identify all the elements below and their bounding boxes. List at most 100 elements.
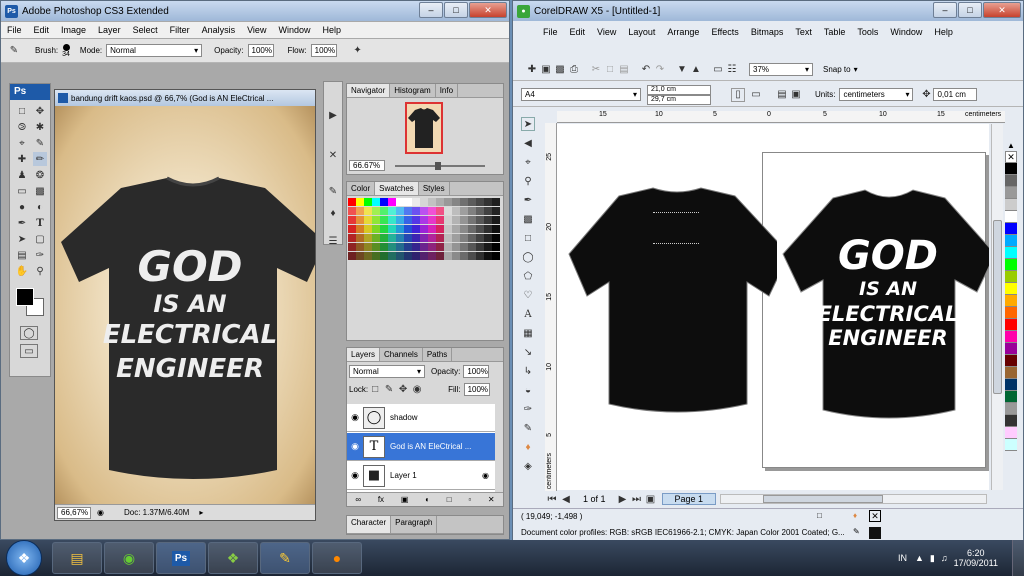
show-desktop-button[interactable] xyxy=(1012,540,1024,576)
color-swatch[interactable] xyxy=(396,207,404,215)
color-swatch[interactable] xyxy=(348,252,356,260)
palette-color-swatch[interactable] xyxy=(1005,271,1017,283)
firefox-taskbar-icon[interactable]: ● xyxy=(312,542,362,574)
color-swatch[interactable] xyxy=(356,216,364,224)
opacity-input[interactable]: 100% xyxy=(247,44,274,57)
language-indicator[interactable]: IN xyxy=(898,553,907,563)
no-color-swatch[interactable]: ✕ xyxy=(1005,151,1017,163)
magic-wand-icon[interactable]: ✱ xyxy=(33,120,47,134)
polygon-tool-icon[interactable]: ⬠ xyxy=(521,269,535,283)
page-height-input[interactable]: 29,7 cm xyxy=(647,94,711,105)
color-swatch[interactable] xyxy=(476,243,484,251)
menu-text[interactable]: Text xyxy=(789,24,818,40)
color-swatch[interactable] xyxy=(348,216,356,224)
color-swatch[interactable] xyxy=(468,207,476,215)
color-swatch[interactable] xyxy=(396,225,404,233)
menu-effects[interactable]: Effects xyxy=(705,24,744,40)
volume-icon[interactable]: ♫ xyxy=(941,553,948,563)
palette-color-swatch[interactable] xyxy=(1005,415,1017,427)
actions-panel-icon[interactable]: ☰ xyxy=(326,234,340,248)
print-icon[interactable]: ⎙ xyxy=(567,63,581,77)
color-swatch[interactable] xyxy=(380,225,388,233)
gradient-tool-icon[interactable]: ▩ xyxy=(33,184,47,198)
color-swatch[interactable] xyxy=(460,198,468,206)
foreground-color-swatch[interactable] xyxy=(16,288,34,306)
color-swatch[interactable] xyxy=(412,198,420,206)
color-swatch[interactable] xyxy=(444,207,452,215)
marquee-tool-icon[interactable]: □ xyxy=(15,104,29,118)
color-swatch[interactable] xyxy=(372,243,380,251)
palette-color-swatch[interactable] xyxy=(1005,187,1017,199)
color-swatch[interactable] xyxy=(396,216,404,224)
palette-color-swatch[interactable] xyxy=(1005,427,1017,439)
color-swatch[interactable] xyxy=(444,216,452,224)
layer-row-layer1[interactable]: ◉ ■ Layer 1 ◉ xyxy=(347,462,495,490)
color-swatch[interactable] xyxy=(492,225,500,233)
color-swatch[interactable] xyxy=(356,225,364,233)
menu-image[interactable]: Image xyxy=(55,25,92,35)
lasso-tool-icon[interactable]: ⧁ xyxy=(15,120,29,134)
color-swatch[interactable] xyxy=(412,252,420,260)
eyedropper-tool-icon[interactable]: ✑ xyxy=(33,248,47,262)
airbrush-icon[interactable]: ✦ xyxy=(351,44,365,58)
color-swatch[interactable] xyxy=(428,198,436,206)
color-swatch[interactable] xyxy=(380,252,388,260)
color-swatch[interactable] xyxy=(396,252,404,260)
color-swatch[interactable] xyxy=(468,252,476,260)
visibility-eye-icon[interactable]: ◉ xyxy=(347,441,363,452)
prev-page-icon[interactable]: ◀ xyxy=(559,492,573,506)
dodge-tool-icon[interactable]: ◐ xyxy=(33,200,47,214)
color-swatch[interactable] xyxy=(436,252,444,260)
color-swatch[interactable] xyxy=(492,252,500,260)
zoom-select[interactable]: 37% ▾ xyxy=(749,63,813,76)
palette-color-swatch[interactable] xyxy=(1005,379,1017,391)
undo-icon[interactable]: ↶ xyxy=(639,63,653,77)
clone-source-icon[interactable]: ♦ xyxy=(326,206,340,220)
color-swatch[interactable] xyxy=(364,207,372,215)
basic-shapes-icon[interactable]: ♡ xyxy=(521,288,535,302)
color-swatch[interactable] xyxy=(468,198,476,206)
color-swatch[interactable] xyxy=(452,252,460,260)
path-select-icon[interactable]: ➤ xyxy=(15,232,29,246)
color-swatch[interactable] xyxy=(364,225,372,233)
layer-row-shadow[interactable]: ◉ ◯ shadow xyxy=(347,404,495,432)
corel-vertical-scrollbar[interactable] xyxy=(991,124,1003,490)
coreldraw-taskbar-icon[interactable]: ✎ xyxy=(260,542,310,574)
trash-icon[interactable]: ✕ xyxy=(488,495,495,504)
color-swatch[interactable] xyxy=(444,198,452,206)
publish-pdf-icon[interactable]: ▭ xyxy=(711,63,725,77)
tab-character[interactable]: Character xyxy=(347,516,392,533)
color-swatch[interactable] xyxy=(452,216,460,224)
color-swatch[interactable] xyxy=(444,243,452,251)
stamp-tool-icon[interactable]: ♟ xyxy=(15,168,29,182)
color-swatch[interactable] xyxy=(420,207,428,215)
tab-styles[interactable]: Styles xyxy=(419,182,450,195)
adjustment-layer-icon[interactable]: ◐ xyxy=(425,495,430,504)
rectangle-tool-icon[interactable]: □ xyxy=(521,231,535,245)
screen-mode-icon[interactable]: ▭ xyxy=(20,344,38,358)
photoshop-titlebar[interactable]: Ps Adobe Photoshop CS3 Extended – □ ✕ xyxy=(1,1,509,21)
navigator-thumbnail[interactable] xyxy=(405,102,443,154)
color-swatch[interactable] xyxy=(428,225,436,233)
menu-filter[interactable]: Filter xyxy=(164,25,196,35)
pen-tool-icon[interactable]: ✒ xyxy=(15,216,29,230)
color-swatch[interactable] xyxy=(356,243,364,251)
ellipse-tool-icon[interactable]: ◯ xyxy=(521,250,535,264)
color-swatch[interactable] xyxy=(484,216,492,224)
color-swatch[interactable] xyxy=(420,198,428,206)
minimize-button[interactable]: – xyxy=(933,2,957,18)
fill-input[interactable]: 100% xyxy=(463,382,490,396)
color-swatch[interactable] xyxy=(476,234,484,242)
color-swatch[interactable] xyxy=(476,198,484,206)
layer-opacity-input[interactable]: 100% xyxy=(463,365,490,378)
color-swatch[interactable] xyxy=(436,234,444,242)
color-swatch[interactable] xyxy=(404,207,412,215)
color-swatch[interactable] xyxy=(348,207,356,215)
blend-mode-select[interactable]: Normal ▾ xyxy=(349,365,425,378)
palette-swatches[interactable] xyxy=(1005,163,1017,451)
color-swatch[interactable] xyxy=(436,207,444,215)
menu-help[interactable]: Help xyxy=(928,24,959,40)
palette-color-swatch[interactable] xyxy=(1005,235,1017,247)
tab-paths[interactable]: Paths xyxy=(423,348,453,361)
color-swatch[interactable] xyxy=(428,243,436,251)
